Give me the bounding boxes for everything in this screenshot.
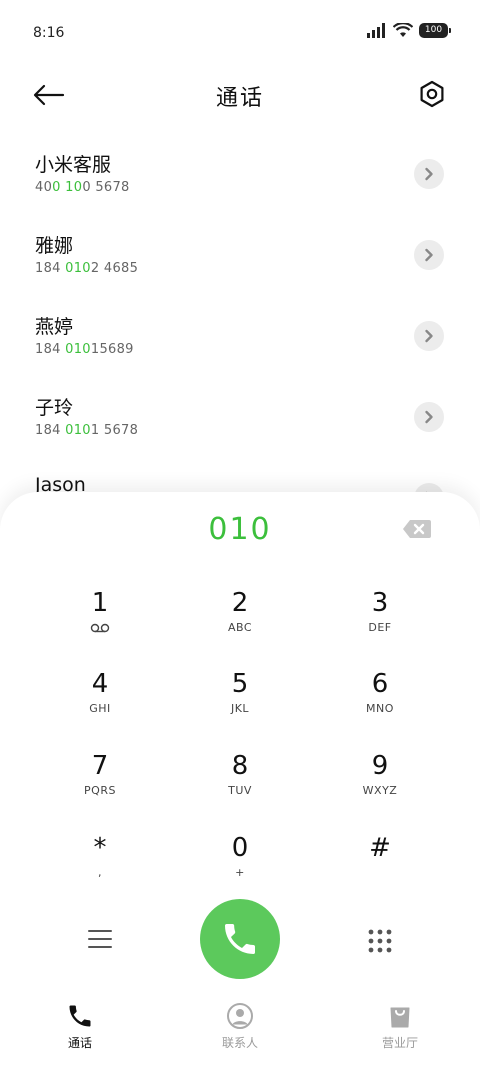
backspace-button[interactable] xyxy=(402,518,432,540)
key-digit: 6 xyxy=(371,669,389,699)
dial-panel: 010 1 2 ABC 3 DEF 4 GHI 5 JKL 6 MNO 7 PQ… xyxy=(0,492,480,1067)
contact-detail-button[interactable] xyxy=(414,402,444,432)
chevron-right-icon xyxy=(425,410,433,424)
key-digit: 4 xyxy=(91,669,109,699)
key-1[interactable]: 1 xyxy=(30,587,170,657)
status-icons: 100 xyxy=(367,23,451,38)
dialpad-icon xyxy=(368,929,392,953)
page-title: 通话 xyxy=(215,86,264,111)
shopping-bag-icon xyxy=(390,1007,410,1028)
key-3[interactable]: 3 DEF xyxy=(310,587,450,657)
key-digit: * xyxy=(93,833,107,863)
contact-item[interactable]: 雅娜 184 0102 4685 xyxy=(0,221,480,302)
nav-item-service-hall[interactable]: 营业厅 xyxy=(320,992,480,1067)
key-letters: GHI xyxy=(89,702,111,715)
contact-name: 小米客服 xyxy=(35,154,112,176)
contact-name: 子玲 xyxy=(35,397,74,419)
contact-item[interactable]: 燕婷 184 01015689 xyxy=(0,302,480,383)
chevron-right-icon xyxy=(425,248,433,262)
menu-button[interactable] xyxy=(86,927,114,951)
key-letters: WXYZ xyxy=(362,784,398,797)
key-star[interactable]: * , xyxy=(30,832,170,902)
key-digit: 1 xyxy=(91,588,109,618)
key-digit: 9 xyxy=(371,751,389,781)
bottom-nav: 通话 联系人 营业厅 xyxy=(0,992,480,1067)
contact-number: 184 0102 4685 xyxy=(35,261,139,276)
key-digit: 5 xyxy=(231,669,249,699)
key-2[interactable]: 2 ABC xyxy=(170,587,310,657)
dialpad-toggle-button[interactable] xyxy=(366,927,394,955)
phone-icon xyxy=(225,924,255,954)
settings-icon xyxy=(420,80,444,108)
key-digit: 2 xyxy=(231,588,249,618)
contact-detail-button[interactable] xyxy=(414,159,444,189)
key-letters: DEF xyxy=(368,621,392,634)
nav-label: 通话 xyxy=(67,1036,92,1050)
chevron-right-icon xyxy=(425,167,433,181)
chevron-right-icon xyxy=(425,329,433,343)
nav-item-calls[interactable]: 通话 xyxy=(0,992,160,1067)
key-digit: 7 xyxy=(91,751,109,781)
contact-item[interactable]: 小米客服 400 100 5678 xyxy=(0,140,480,221)
battery-icon: 100 xyxy=(419,23,451,38)
key-letters: TUV xyxy=(228,784,252,797)
contact-number: 184 0101 5678 xyxy=(35,423,139,438)
nav-item-contacts[interactable]: 联系人 xyxy=(160,992,320,1067)
key-letters: ABC xyxy=(227,621,253,634)
key-letters: MNO xyxy=(366,702,394,715)
contact-name: 雅娜 xyxy=(35,235,74,257)
key-letters: JKL xyxy=(230,702,250,715)
nav-label: 联系人 xyxy=(221,1036,258,1050)
key-6[interactable]: 6 MNO xyxy=(310,668,450,738)
key-letters: , xyxy=(98,866,102,879)
key-hash[interactable]: # xyxy=(310,832,450,902)
status-bar: 8:16 100 xyxy=(0,0,480,68)
key-letters: PQRS xyxy=(84,784,116,797)
contact-list: 小米客服 400 100 5678 雅娜 184 0102 4685 燕婷 18… xyxy=(0,140,480,500)
key-0[interactable]: 0 + xyxy=(170,832,310,902)
contact-item[interactable]: 子玲 184 0101 5678 xyxy=(0,383,480,464)
key-digit: 8 xyxy=(231,751,249,781)
status-time: 8:16 xyxy=(33,25,65,41)
contacts-icon xyxy=(227,1003,253,1029)
key-letters: + xyxy=(235,866,245,879)
menu-icon xyxy=(88,930,112,948)
call-button[interactable] xyxy=(200,899,280,979)
key-9[interactable]: 9 WXYZ xyxy=(310,750,450,820)
backspace-icon xyxy=(403,520,431,538)
key-8[interactable]: 8 TUV xyxy=(170,750,310,820)
key-4[interactable]: 4 GHI xyxy=(30,668,170,738)
header: 通话 xyxy=(0,68,480,124)
contact-name: 燕婷 xyxy=(35,316,74,338)
signal-icon xyxy=(367,23,385,38)
settings-button[interactable] xyxy=(416,78,448,110)
contact-number: 400 100 5678 xyxy=(35,180,130,195)
key-5[interactable]: 5 JKL xyxy=(170,668,310,738)
key-digit: 0 xyxy=(231,833,249,863)
nav-label: 营业厅 xyxy=(381,1036,418,1050)
key-7[interactable]: 7 PQRS xyxy=(30,750,170,820)
voicemail-icon xyxy=(90,623,110,633)
contact-detail-button[interactable] xyxy=(414,240,444,270)
contact-detail-button[interactable] xyxy=(414,321,444,351)
key-digit: # xyxy=(369,833,391,863)
phone-icon xyxy=(69,1005,91,1027)
contact-number: 184 01015689 xyxy=(35,342,134,357)
key-digit: 3 xyxy=(371,588,389,618)
wifi-icon xyxy=(393,23,413,37)
